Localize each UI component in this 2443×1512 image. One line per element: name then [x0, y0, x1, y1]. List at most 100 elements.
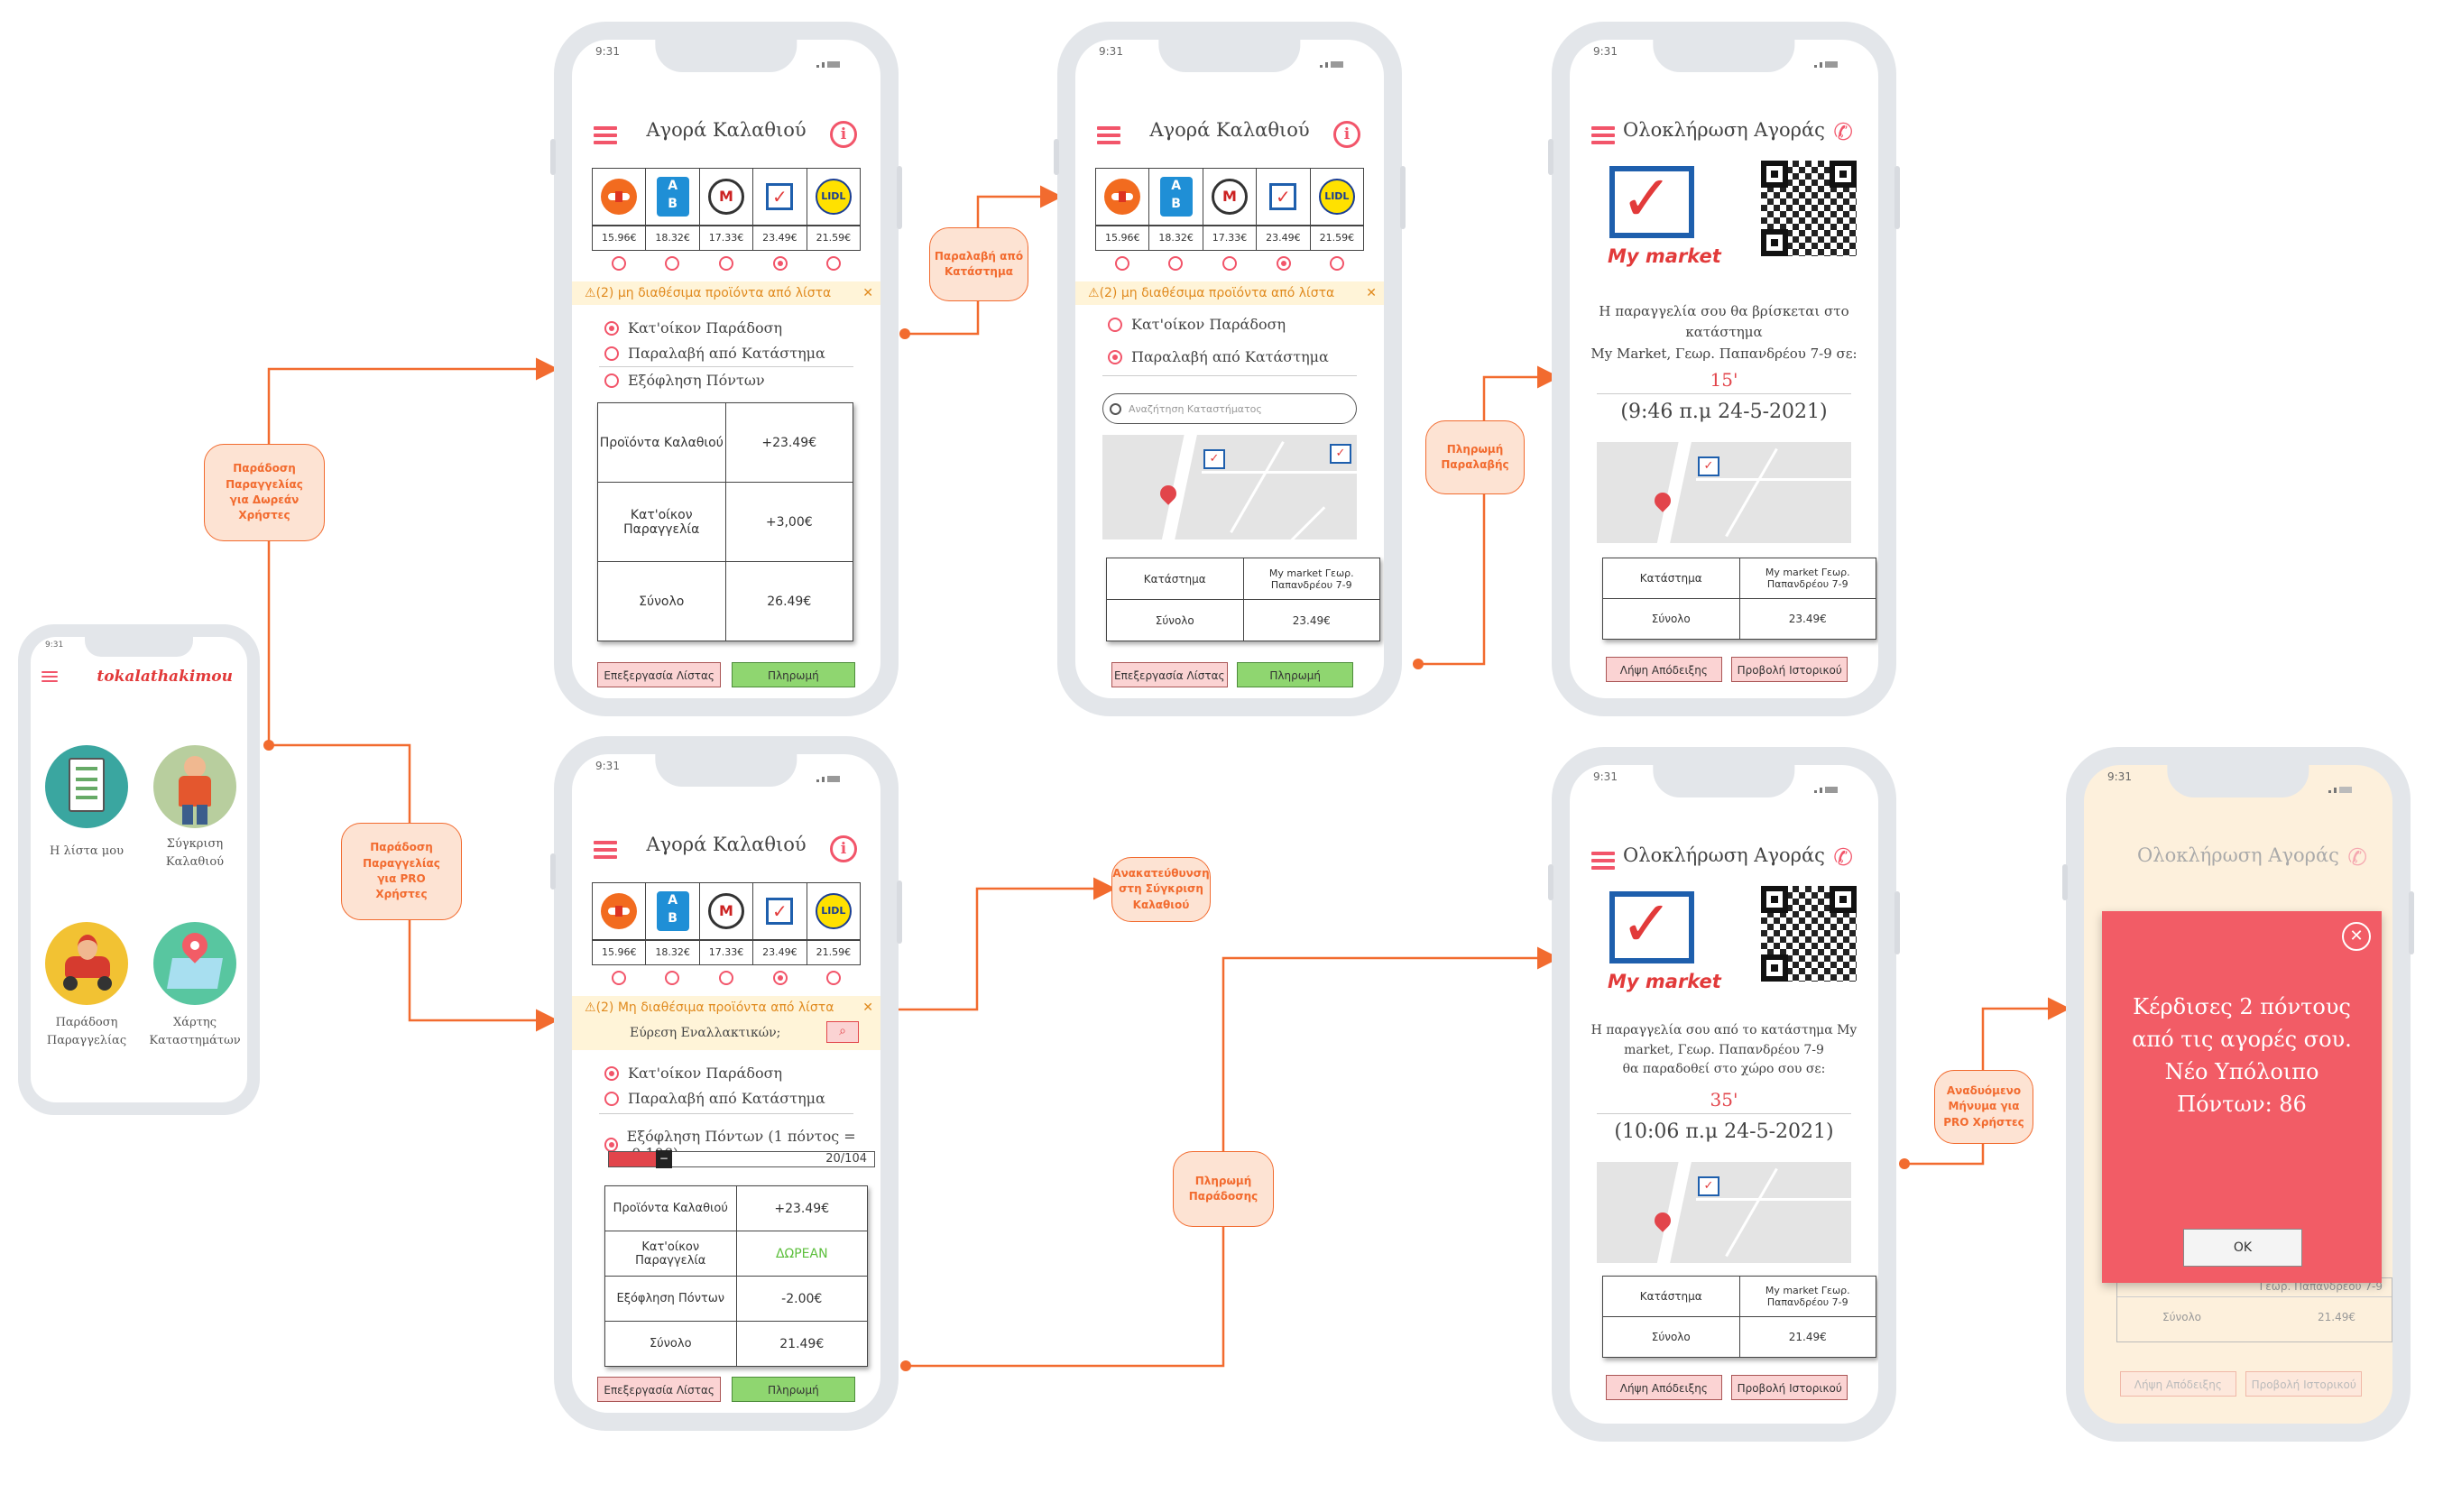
flow-label-pro-delivery: Παράδοση Παραγγελίας για PRO Χρήστες	[341, 823, 462, 920]
price: 23.49€	[1257, 226, 1311, 250]
masoutis-logo[interactable]: M	[1203, 169, 1258, 225]
status-time: 9:31	[595, 760, 620, 772]
close-icon[interactable]: ✕	[1366, 281, 1377, 305]
sklavenitis-logo[interactable]	[593, 883, 647, 939]
ab-logo[interactable]: AB	[1149, 169, 1203, 225]
option-delivery[interactable]: Κατ'οίκον Παράδοση	[1108, 316, 1286, 333]
store-logos: AB M ✓ LIDL	[592, 882, 861, 940]
flow-label-payment-delivery: Πληρωμή Παράδοσης	[1173, 1151, 1274, 1227]
edit-list-button[interactable]: Επεξεργασία Λίστας	[597, 662, 722, 687]
status-time: 9:31	[1593, 45, 1618, 58]
ab-logo[interactable]: AB	[646, 883, 700, 939]
summary-table: Προϊόντα Καλαθιού +23.49€ Κατ'οίκον Παραγ…	[604, 1185, 868, 1367]
store-radio[interactable]	[1114, 256, 1129, 271]
option-delivery[interactable]: Κατ'οίκον Παράδοση	[604, 1065, 782, 1082]
phone-call-icon[interactable]: ✆	[1833, 844, 1853, 871]
store-map[interactable]: ✓ ✓	[1102, 435, 1357, 539]
masoutis-logo[interactable]: M	[700, 883, 754, 939]
delivery-tile[interactable]	[45, 922, 128, 1005]
status-time: 9:31	[45, 641, 64, 650]
option-points[interactable]: Εξόφληση Πόντων	[604, 372, 765, 389]
option-pickup[interactable]: Παραλαβή από Κατάστημα	[1108, 348, 1329, 365]
store-radios	[592, 256, 861, 271]
price: 17.33€	[1203, 226, 1258, 250]
price: 15.96€	[593, 226, 647, 250]
store-radio[interactable]	[1168, 256, 1184, 271]
alternatives-search-button[interactable]: ⌕	[826, 1021, 859, 1043]
store-radio[interactable]	[718, 256, 733, 271]
pay-button[interactable]: Πληρωμή	[731, 662, 855, 687]
edit-list-button[interactable]: Επεξεργασία Λίστας	[597, 1377, 722, 1402]
info-icon[interactable]: i	[1333, 121, 1360, 148]
store-radio[interactable]	[826, 256, 842, 271]
store-radio[interactable]	[665, 256, 680, 271]
store-radio[interactable]	[611, 256, 626, 271]
store-radio-selected[interactable]	[772, 971, 788, 985]
phone-home: 9:31 tokalathakimou Η λίστα μου Σύγκριση…	[18, 624, 260, 1115]
tile-label-map: Χάρτης Καταστημάτων	[149, 1016, 241, 1047]
store-map[interactable]: ✓	[1597, 1162, 1851, 1263]
sklavenitis-logo[interactable]	[593, 169, 647, 225]
store-radio[interactable]	[1330, 256, 1345, 271]
option-pickup[interactable]: Παραλαβή από Κατάστημα	[604, 345, 825, 362]
option-pickup[interactable]: Παραλαβή από Κατάστημα	[604, 1090, 825, 1107]
status-time: 9:31	[1593, 770, 1618, 783]
mymarket-logo[interactable]: ✓	[1257, 169, 1311, 225]
points-progress-text: 20/104	[825, 1152, 867, 1166]
info-icon[interactable]: i	[830, 121, 857, 148]
close-popup-icon[interactable]: ✕	[2342, 922, 2371, 951]
edit-list-button[interactable]: Επεξεργασία Λίστας	[1111, 662, 1228, 687]
status-time: 9:31	[1099, 45, 1123, 58]
option-delivery[interactable]: Κατ'οίκον Παράδοση	[604, 319, 782, 337]
price: 17.33€	[700, 226, 754, 250]
status-icons	[814, 51, 857, 68]
shopper-tile[interactable]	[153, 745, 236, 828]
menu-icon[interactable]	[41, 671, 58, 685]
store-radio[interactable]	[611, 971, 626, 985]
map-tile[interactable]	[153, 922, 236, 1005]
pickup-time: (9:46 π.μ 24-5-2021)	[1620, 401, 1828, 423]
sklavenitis-logo[interactable]	[1096, 169, 1150, 225]
pay-button[interactable]: Πληρωμή	[1237, 662, 1353, 687]
store-map[interactable]: ✓	[1597, 442, 1851, 543]
popup-message: Κέρδισες 2 πόντους από τις αγορές σου. Νέο…	[2132, 994, 2352, 1117]
close-icon[interactable]: ✕	[862, 996, 873, 1019]
history-button: Προβολή Ιστορικού	[2245, 1371, 2362, 1397]
lidl-logo[interactable]: LIDL	[1311, 169, 1363, 225]
lidl-logo[interactable]: LIDL	[807, 883, 860, 939]
phone-call-icon[interactable]: ✆	[1833, 119, 1853, 146]
search-icon	[1110, 403, 1121, 415]
history-button[interactable]: Προβολή Ιστορικού	[1731, 1375, 1848, 1400]
ok-button[interactable]: OK	[2183, 1229, 2302, 1267]
phone-call-icon: ✆	[2347, 844, 2367, 871]
store-prices: 15.96€ 18.32€ 17.33€ 23.49€ 21.59€	[592, 940, 861, 965]
qr-code	[1761, 161, 1857, 256]
info-icon[interactable]: i	[830, 835, 857, 862]
store-radio[interactable]	[718, 971, 733, 985]
delivery-summary-table: Κατάστημα My market Γεωρ. Παπανδρέου 7-9 …	[1602, 1276, 1876, 1358]
store-search-input[interactable]: Αναζήτηση Καταστήματος	[1102, 393, 1357, 424]
store-radio-selected[interactable]	[772, 256, 788, 271]
pay-button[interactable]: Πληρωμή	[731, 1377, 855, 1402]
mymarket-logo[interactable]: ✓	[753, 883, 807, 939]
points-progress-bar[interactable]: − 20/104	[608, 1150, 875, 1168]
page-title: Ολοκλήρωση Αγοράς	[1623, 119, 1825, 141]
ab-logo[interactable]: AB	[646, 169, 700, 225]
history-button[interactable]: Προβολή Ιστορικού	[1731, 657, 1848, 682]
close-icon[interactable]: ✕	[862, 281, 873, 305]
checklist-tile[interactable]	[45, 745, 128, 828]
receipt-button[interactable]: Λήψη Απόδειξης	[1606, 1375, 1722, 1400]
points-slider-handle[interactable]: −	[655, 1150, 672, 1168]
store-radio[interactable]	[1222, 256, 1237, 271]
masoutis-logo[interactable]: M	[700, 169, 754, 225]
receipt-button[interactable]: Λήψη Απόδειξης	[1606, 657, 1722, 682]
status-icons	[814, 765, 857, 782]
mymarket-logo[interactable]: ✓	[753, 169, 807, 225]
store-radio-selected[interactable]	[1276, 256, 1291, 271]
price: 17.33€	[700, 941, 754, 964]
mymarket-map-marker: ✓	[1203, 449, 1225, 469]
lidl-logo[interactable]: LIDL	[807, 169, 860, 225]
store-radio[interactable]	[826, 971, 842, 985]
brand-logo: tokalathakimou	[97, 668, 233, 686]
store-radio[interactable]	[665, 971, 680, 985]
